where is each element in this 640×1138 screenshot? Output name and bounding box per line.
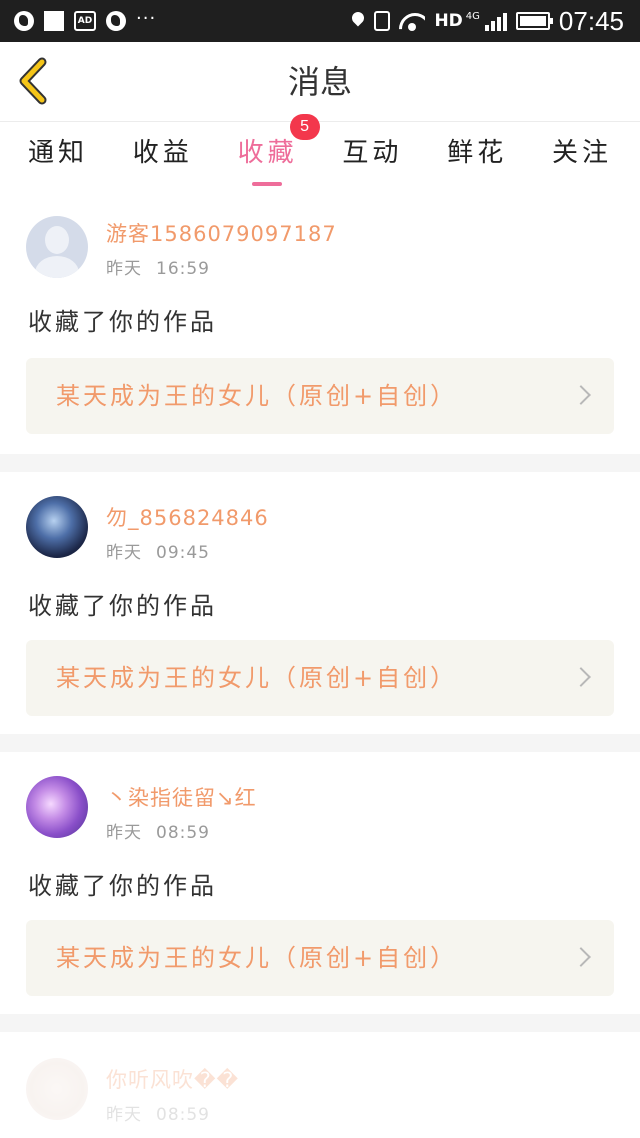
hd-label: HD <box>434 11 463 31</box>
tab-flowers[interactable]: 鲜花 <box>447 122 507 194</box>
header: 消息 <box>0 42 640 122</box>
chevron-right-icon <box>571 385 591 405</box>
work-title: 某天成为王的女儿（原创+自创） <box>56 664 458 692</box>
work-link[interactable]: 某天成为王的女儿（原创+自创） <box>26 358 614 434</box>
timestamp: 昨天 08:59 <box>106 1105 210 1125</box>
action-text: 收藏了你的作品 <box>28 308 217 336</box>
notification-square-icon <box>44 11 64 31</box>
message-item: 你听风吹�� 昨天 08:59 <box>0 1032 640 1138</box>
tab-notifications[interactable]: 通知 <box>28 122 88 194</box>
work-title: 某天成为王的女儿（原创+自创） <box>56 944 458 972</box>
clock: 07:45 <box>558 5 624 36</box>
tab-bar: 通知 收益 收藏 5 互动 鲜花 关注 <box>0 114 640 194</box>
work-link[interactable]: 某天成为王的女儿（原创+自创） <box>26 920 614 996</box>
battery-icon <box>515 12 553 30</box>
globe-icon <box>14 11 34 31</box>
tab-favorites[interactable]: 收藏 5 <box>238 114 320 194</box>
divider <box>0 454 640 472</box>
avatar[interactable] <box>26 496 88 558</box>
message-item: 游客1586079097187 昨天 16:59 收藏了你的作品 某天成为王的女儿… <box>0 196 640 454</box>
username[interactable]: 你听风吹�� <box>106 1064 239 1094</box>
wifi-icon <box>399 11 425 31</box>
action-text: 收藏了你的作品 <box>28 872 217 900</box>
tab-interactions[interactable]: 互动 <box>342 122 402 194</box>
globe-icon <box>106 11 126 31</box>
timestamp: 昨天 09:45 <box>106 543 210 563</box>
signal-icon <box>484 11 507 31</box>
more-notifications-icon: ··· <box>136 7 157 29</box>
work-link[interactable]: 某天成为王的女儿（原创+自创） <box>26 640 614 716</box>
unread-badge: 5 <box>289 114 320 140</box>
network-type-label: 4G <box>465 10 480 22</box>
timestamp: 昨天 08:59 <box>106 823 210 843</box>
chevron-right-icon <box>571 947 591 967</box>
tab-follows[interactable]: 关注 <box>552 122 612 194</box>
message-item: 丶染指徒留↘红 昨天 08:59 收藏了你的作品 某天成为王的女儿（原创+自创） <box>0 752 640 1014</box>
action-text: 收藏了你的作品 <box>28 592 217 620</box>
divider <box>0 1014 640 1032</box>
page-title: 消息 <box>287 63 352 101</box>
avatar[interactable] <box>26 216 88 278</box>
avatar[interactable] <box>26 1058 88 1120</box>
username[interactable]: 勿_856824846 <box>106 502 269 532</box>
chevron-right-icon <box>571 667 591 687</box>
timestamp: 昨天 16:59 <box>106 259 210 279</box>
tab-earnings[interactable]: 收益 <box>133 122 193 194</box>
active-tab-indicator <box>251 182 282 186</box>
work-title: 某天成为王的女儿（原创+自创） <box>56 382 458 410</box>
divider <box>0 734 640 752</box>
status-bar: AD ··· HD 4G 07:45 <box>0 0 640 42</box>
location-icon <box>351 12 365 30</box>
ad-icon: AD <box>74 11 96 31</box>
vibrate-icon <box>374 11 391 31</box>
username[interactable]: 游客1586079097187 <box>106 218 337 248</box>
avatar[interactable] <box>26 776 88 838</box>
username[interactable]: 丶染指徒留↘红 <box>106 782 257 812</box>
message-item: 勿_856824846 昨天 09:45 收藏了你的作品 某天成为王的女儿（原创+… <box>0 472 640 734</box>
